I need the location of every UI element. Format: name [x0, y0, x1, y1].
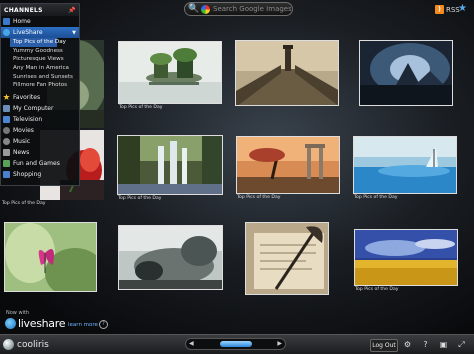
scroll-right-icon[interactable]: ▶ — [277, 340, 282, 347]
sidebar-item-label: News — [13, 148, 30, 156]
liveshare-icon — [5, 318, 16, 329]
sidebar-item-label: Shopping — [13, 170, 42, 178]
sidebar-item-shopping[interactable]: Shopping — [1, 169, 79, 180]
sidebar-subitem-top-pics[interactable]: Top Pics of the Day — [10, 38, 66, 47]
search-bar[interactable]: 🔍 — [184, 2, 293, 16]
sidebar-item-music[interactable]: Music — [1, 136, 79, 147]
cart-icon — [3, 170, 10, 178]
rss-icon: ) — [435, 5, 444, 14]
screen-icon[interactable]: ▣ — [438, 339, 449, 350]
scroll-left-icon[interactable]: ◀ — [189, 340, 194, 347]
channels-title: CHANNELS — [4, 6, 43, 14]
chevron-down-icon[interactable]: ▼ — [72, 30, 76, 36]
fullscreen-icon[interactable]: ⤢ — [456, 339, 467, 350]
sidebar-item-my-computer[interactable]: My Computer — [1, 103, 79, 114]
computer-icon — [3, 104, 10, 112]
search-icon[interactable]: 🔍 — [188, 4, 199, 15]
gear-icon[interactable]: ⚙ — [402, 339, 413, 350]
favorite-star-icon[interactable]: ★ — [458, 3, 467, 14]
sidebar-item-label: Television — [13, 115, 43, 123]
sidebar-item-favorites[interactable]: Favorites — [1, 92, 79, 103]
sidebar-subitem-any-man[interactable]: Any Man in America — [1, 64, 79, 73]
thumbnail-caption: Top Pics of the Day — [237, 195, 281, 200]
logout-button[interactable]: Log Out — [370, 339, 398, 352]
thumbnail[interactable] — [236, 136, 340, 194]
thumbnail-caption: Top Pics of the Day — [119, 105, 163, 110]
thumbnail[interactable] — [118, 41, 222, 104]
thumbnail[interactable] — [118, 225, 223, 290]
sidebar-subitem-sunrises[interactable]: Sunrises and Sunsets — [1, 72, 79, 81]
sidebar-item-label: Home — [13, 18, 31, 25]
sidebar-item-label: Movies — [13, 126, 34, 134]
help-icon[interactable]: ? — [99, 320, 108, 329]
image-wall: 🔍 ) RSS ★ Top Pics of the Day — [0, 0, 474, 334]
sidebar-subitem-fillmore[interactable]: Fillmore Fan Photos — [1, 81, 79, 90]
liveshare-brand: liveshare — [18, 317, 66, 330]
sidebar-item-fun-and-games[interactable]: Fun and Games — [1, 158, 79, 169]
thumbnail[interactable] — [353, 136, 457, 194]
liveshare-logo[interactable]: liveshare — [5, 317, 65, 330]
news-icon — [3, 148, 10, 156]
sidebar-item-label: Fun and Games — [13, 159, 60, 167]
learn-more-link[interactable]: learn more — [68, 322, 98, 328]
home-icon — [3, 18, 10, 25]
sidebar-item-news[interactable]: News — [1, 147, 79, 158]
sidebar-item-home[interactable]: Home — [1, 16, 79, 27]
thumbnail[interactable] — [235, 40, 339, 106]
thumbnail-caption: Top Pics of the Day — [118, 196, 162, 201]
liveshare-icon — [3, 29, 10, 36]
bottom-toolbar: cooliris ◀ ▶ Log Out ⚙ ? ▣ ⤢ — [0, 334, 474, 354]
sidebar-subitem-picturesque-views[interactable]: Picturesque Views — [1, 55, 79, 64]
wall-scrollbar[interactable]: ◀ ▶ — [185, 338, 286, 350]
sidebar-item-label: LiveShare — [13, 29, 43, 36]
search-input[interactable] — [213, 3, 291, 15]
rss-button[interactable]: ) RSS — [435, 4, 460, 15]
promo-now-with: Now with — [6, 310, 30, 316]
thumbnail[interactable] — [354, 229, 458, 286]
games-icon — [3, 159, 10, 167]
cooliris-brand[interactable]: cooliris — [3, 339, 49, 350]
sidebar-item-television[interactable]: Television — [1, 114, 79, 125]
help-icon[interactable]: ? — [420, 339, 431, 350]
thumbnail[interactable] — [359, 40, 453, 106]
sidebar-item-liveshare[interactable]: LiveShare ▼ — [1, 27, 79, 38]
sidebar-subitem-yummy-goodness[interactable]: Yummy Goodness — [1, 47, 79, 56]
sidebar-item-label: My Computer — [13, 104, 54, 112]
thumbnail-caption: Top Pics of the Day — [354, 195, 398, 200]
brand-name: cooliris — [17, 339, 49, 350]
thumbnail[interactable] — [4, 222, 97, 292]
channels-header: CHANNELS 📌 — [1, 4, 79, 16]
star-icon — [3, 93, 10, 100]
thumbnail-caption: Top Pics of the Day — [355, 287, 399, 292]
google-icon — [201, 5, 210, 14]
channels-panel: CHANNELS 📌 Home LiveShare ▼ Top Pics of … — [0, 3, 80, 186]
thumbnail[interactable] — [117, 135, 223, 195]
thumbnail-caption: Top Pics of the Day — [2, 201, 46, 206]
sidebar-item-movies[interactable]: Movies — [1, 125, 79, 136]
film-icon — [3, 126, 10, 134]
pin-icon[interactable]: 📌 — [68, 7, 76, 14]
sidebar-item-label: Favorites — [13, 93, 41, 101]
sidebar-item-label: Music — [13, 137, 31, 145]
thumbnail[interactable] — [245, 222, 329, 295]
cooliris-logo-icon — [3, 339, 14, 350]
tv-icon — [3, 115, 10, 123]
music-icon — [3, 137, 10, 145]
scroll-thumb[interactable] — [220, 341, 252, 347]
